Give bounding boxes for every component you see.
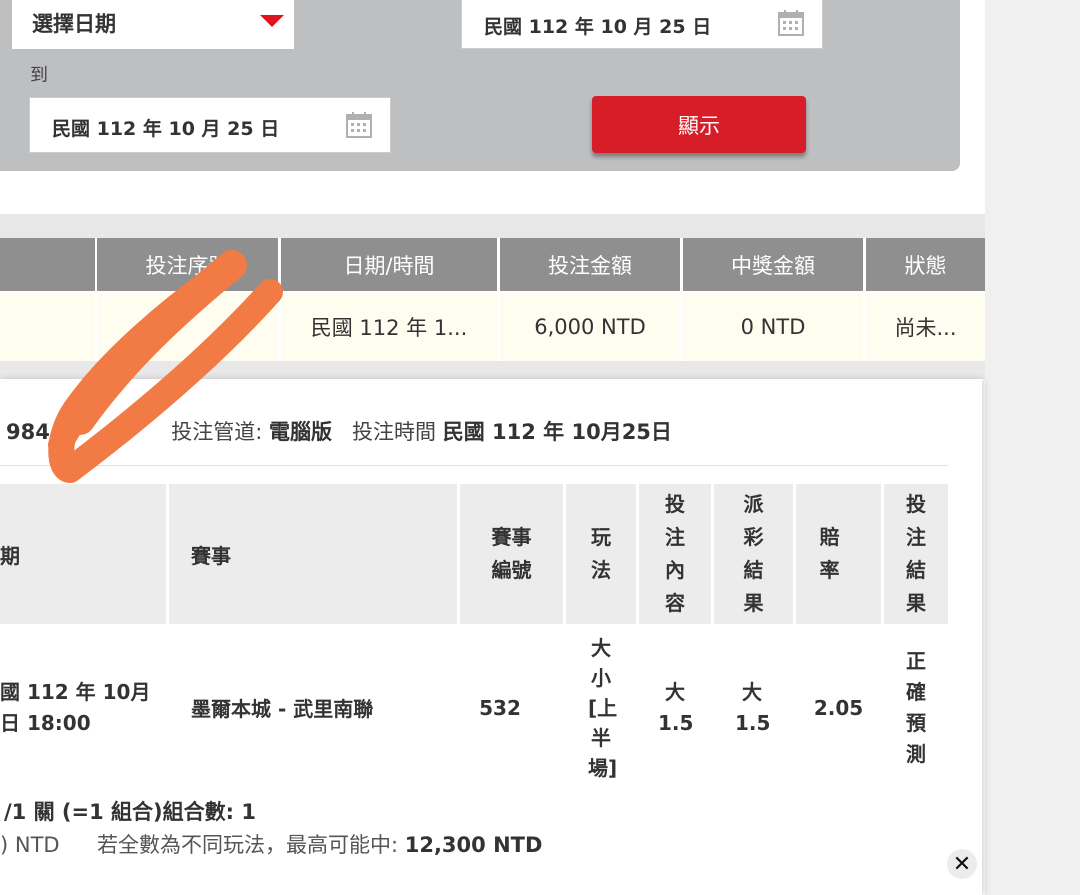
date-range-select-label: 選擇日期 bbox=[32, 12, 116, 36]
date-from-field[interactable]: 民國 112 年 10 月 25 日 bbox=[461, 0, 823, 49]
column-header-bet-no: 投注序號 bbox=[97, 238, 278, 291]
detail-cell-date: 國 112 年 10月 日 18:00 bbox=[0, 679, 151, 735]
detail-header-odds: 賠率 bbox=[796, 484, 881, 624]
date-to-value: 民國 112 年 10 月 25 日 bbox=[52, 118, 280, 140]
table-cell-prize[interactable]: 0 NTD bbox=[683, 293, 863, 361]
channel-label: 投注管道: bbox=[171, 420, 263, 444]
date-from-value: 民國 112 年 10 月 25 日 bbox=[484, 16, 712, 38]
max-payout-line: ) NTD 若全數為不同玩法，最高可能中: 12,300 NTD bbox=[0, 829, 542, 859]
column-header-amount: 投注金額 bbox=[500, 238, 680, 291]
detail-cell-odds: 2.05 bbox=[813, 695, 864, 720]
date-to-field[interactable]: 民國 112 年 10 月 25 日 bbox=[29, 97, 391, 153]
column-header-status: 狀態 bbox=[866, 238, 985, 291]
bet-no-fragment: 984 bbox=[6, 420, 50, 444]
calendar-icon[interactable] bbox=[346, 112, 372, 138]
bet-info-line: 984 投注管道: 電腦版 投注時間 民國 112 年 10月25日 bbox=[6, 416, 672, 446]
table-cell-amount[interactable]: 6,000 NTD bbox=[500, 293, 680, 361]
channel-value: 電腦版 bbox=[268, 420, 332, 444]
detail-cell-bet-result: 正確預測 bbox=[906, 648, 926, 766]
column-header-blank bbox=[0, 238, 95, 291]
detail-header-event-no: 賽事編號 bbox=[460, 484, 563, 624]
date-range-select[interactable]: 選擇日期 bbox=[12, 0, 294, 49]
combination-summary: /1 關 (=1 組合)組合數: 1 bbox=[4, 800, 256, 824]
close-icon[interactable]: ✕ bbox=[947, 849, 977, 879]
detail-cell-event: 墨爾本城 - 武里南聯 bbox=[191, 697, 374, 721]
caret-down-icon bbox=[260, 15, 284, 27]
max-payout-value: 12,300 NTD bbox=[404, 833, 543, 857]
table-cell-bet-no[interactable] bbox=[97, 293, 278, 361]
detail-header-date: 期 bbox=[0, 484, 166, 624]
bet-time-label: 投注時間 bbox=[352, 420, 437, 444]
detail-header-result: 派彩結果 bbox=[714, 484, 793, 624]
spacer-band bbox=[0, 214, 985, 238]
column-header-datetime: 日期/時間 bbox=[281, 238, 497, 291]
to-label: 到 bbox=[30, 65, 48, 86]
column-header-prize: 中獎金額 bbox=[683, 238, 863, 291]
bet-time-value: 民國 112 年 10月25日 bbox=[442, 420, 672, 444]
filter-panel: 選擇日期 民國 112 年 10 月 25 日 到 民國 112 年 10 月 … bbox=[0, 0, 960, 171]
stake-fragment: ) NTD bbox=[0, 833, 60, 857]
detail-cell-result: 大1.5 bbox=[735, 679, 771, 735]
right-gutter bbox=[985, 0, 1080, 895]
table-cell-blank[interactable] bbox=[0, 293, 95, 361]
detail-header-event: 賽事 bbox=[169, 484, 457, 624]
table-cell-status[interactable]: 尚未... bbox=[866, 293, 985, 361]
detail-cell-event-no: 532 bbox=[479, 695, 521, 720]
detail-cell-bet-content: 大1.5 bbox=[658, 679, 694, 735]
detail-header-play: 玩法 bbox=[566, 484, 636, 624]
calendar-icon[interactable] bbox=[778, 10, 804, 36]
table-cell-datetime[interactable]: 民國 112 年 1... bbox=[281, 293, 497, 361]
detail-header-bet-result: 投注結果 bbox=[884, 484, 948, 624]
spacer-band bbox=[0, 361, 985, 379]
detail-cell-play: 大小[上半場] bbox=[588, 635, 618, 780]
divider bbox=[0, 465, 948, 466]
detail-header-bet-content: 投注內容 bbox=[639, 484, 711, 624]
show-button[interactable]: 顯示 bbox=[592, 96, 806, 153]
max-payout-label: 若全數為不同玩法，最高可能中: bbox=[96, 833, 399, 857]
